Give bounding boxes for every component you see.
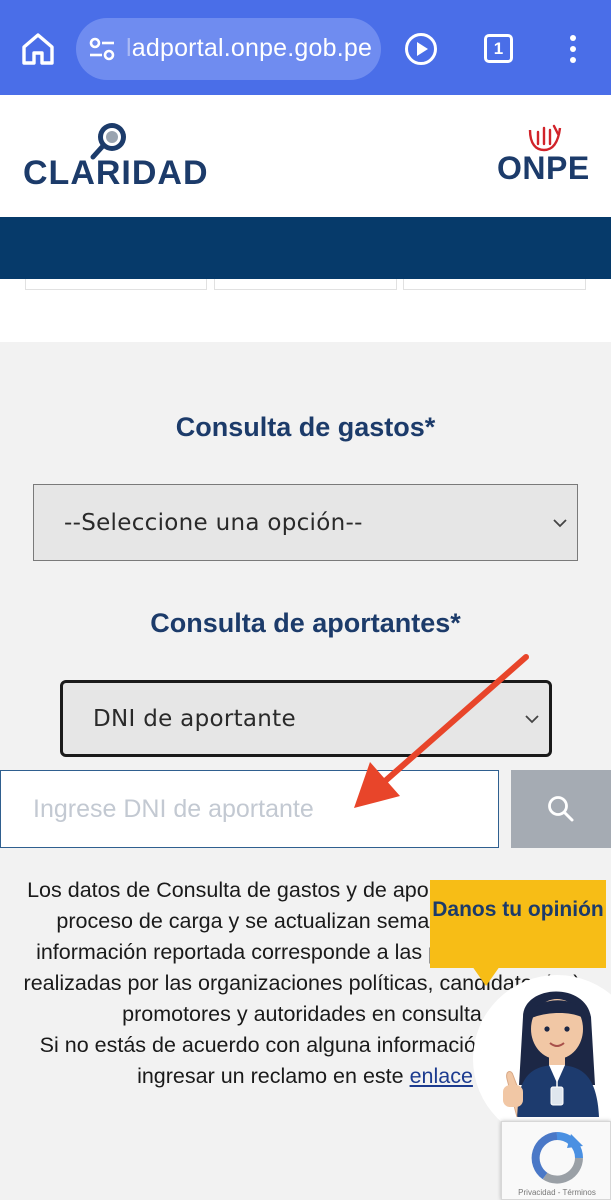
gastos-select[interactable]: --Seleccione una opción-- xyxy=(33,484,578,561)
feedback-bubble[interactable]: Danos tu opinión xyxy=(430,880,606,986)
aportantes-select-value: DNI de aportante xyxy=(93,705,296,732)
recaptcha-badge[interactable]: Privacidad - Términos xyxy=(501,1121,611,1200)
search-button[interactable] xyxy=(511,770,611,848)
menu-card[interactable] xyxy=(25,279,207,290)
gastos-select-value: --Seleccione una opción-- xyxy=(64,509,363,536)
assistant-avatar[interactable] xyxy=(465,967,611,1130)
browser-toolbar: ladportal.onpe.gob.pe 1 xyxy=(0,0,611,95)
site-settings-icon[interactable] xyxy=(88,36,116,62)
menu-card[interactable] xyxy=(403,279,586,290)
aportantes-select[interactable]: DNI de aportante xyxy=(60,680,552,757)
navigation-bar xyxy=(0,217,611,279)
menu-card[interactable] xyxy=(214,279,397,290)
recaptcha-icon xyxy=(531,1132,583,1184)
chevron-down-icon xyxy=(525,714,539,723)
feedback-widget[interactable]: Danos tu opinión xyxy=(430,880,611,1130)
more-menu-icon[interactable] xyxy=(565,33,581,65)
onpe-logo[interactable]: ONPE xyxy=(497,150,590,187)
search-icon xyxy=(548,796,574,822)
dni-input[interactable] xyxy=(0,770,499,848)
recaptcha-terms[interactable]: Privacidad - Términos xyxy=(502,1188,611,1197)
claridad-logo[interactable]: CLARIDAD xyxy=(23,154,209,193)
play-icon[interactable] xyxy=(404,32,438,66)
address-bar[interactable]: ladportal.onpe.gob.pe xyxy=(76,18,381,80)
gastos-title: Consulta de gastos* xyxy=(175,412,436,442)
url-text: ladportal.onpe.gob.pe xyxy=(126,34,373,62)
tab-count: 1 xyxy=(493,39,504,58)
aportantes-title: Consulta de aportantes* xyxy=(150,608,461,638)
feedback-label: Danos tu opinión xyxy=(432,898,604,921)
chevron-down-icon xyxy=(553,518,567,527)
home-icon[interactable] xyxy=(20,31,56,67)
tab-switcher-icon[interactable]: 1 xyxy=(484,34,513,63)
